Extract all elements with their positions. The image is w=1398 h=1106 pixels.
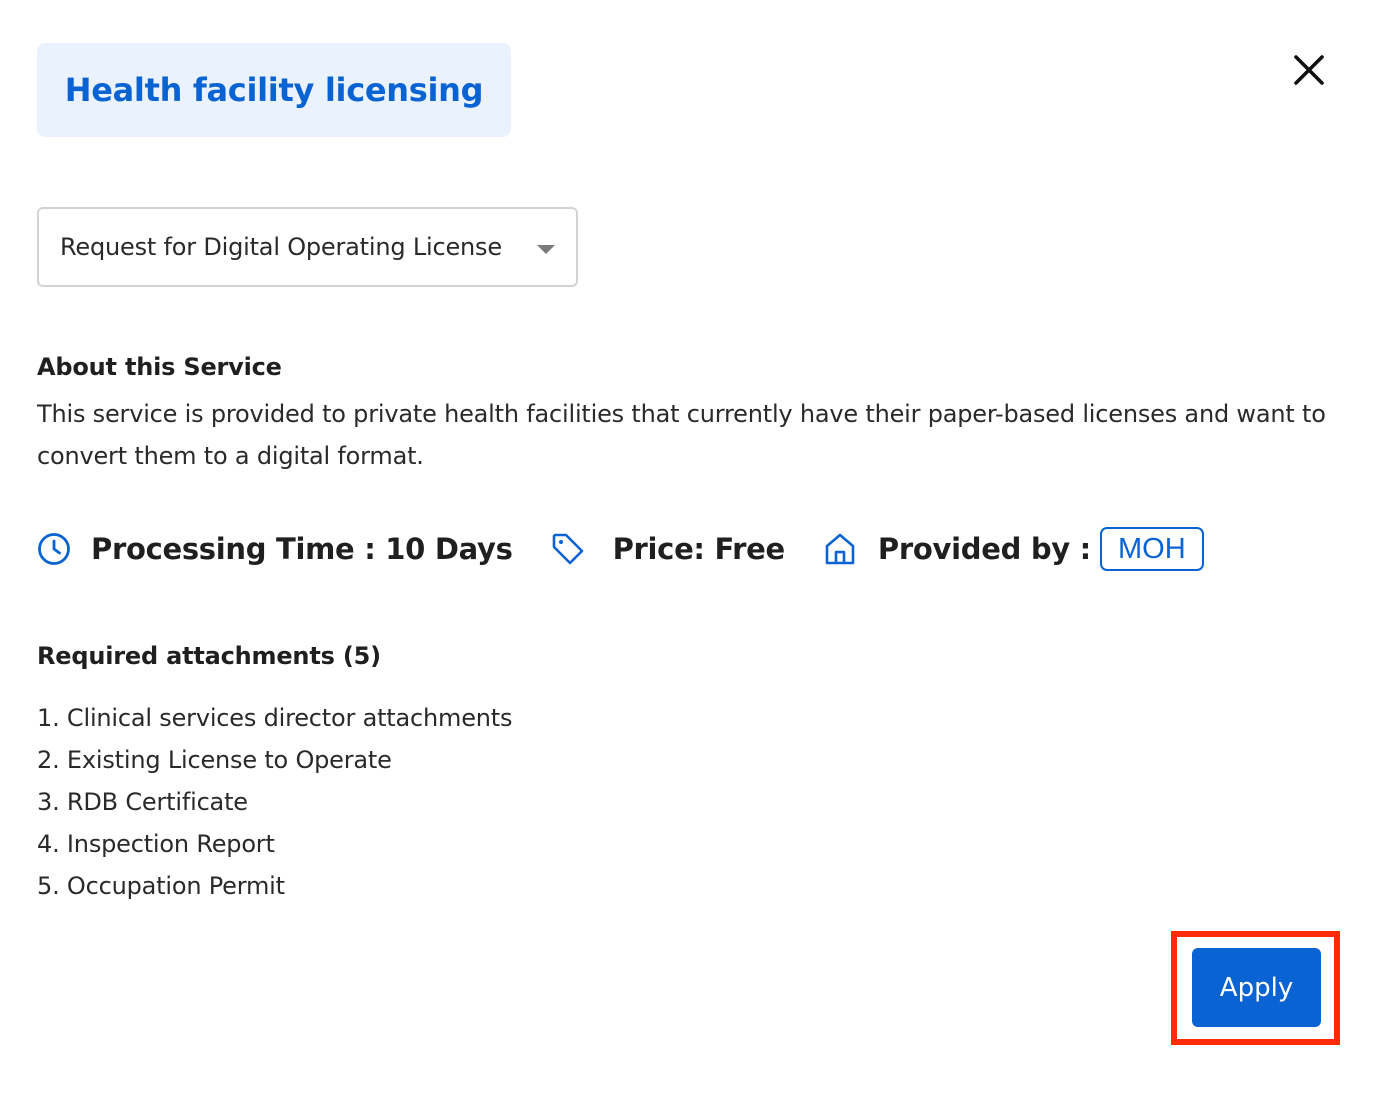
close-button[interactable] — [1286, 47, 1332, 93]
apply-button[interactable]: Apply — [1192, 948, 1321, 1027]
service-meta-row: Processing Time : 10 Days Price: Free Pr… — [37, 524, 1204, 574]
provider-badge: MOH — [1099, 527, 1204, 571]
provided-by-label: Provided by : — [877, 532, 1091, 566]
tag-icon — [551, 532, 585, 566]
chevron-down-icon — [537, 245, 555, 254]
page-title-chip: Health facility licensing — [37, 43, 511, 137]
list-item: 2. Existing License to Operate — [37, 746, 392, 774]
service-select-value: Request for Digital Operating License — [60, 233, 502, 261]
list-item: 1. Clinical services director attachment… — [37, 704, 513, 732]
about-description: This service is provided to private heal… — [37, 400, 1326, 470]
list-item: 3. RDB Certificate — [37, 788, 248, 816]
price: Price: Free — [551, 532, 785, 566]
provided-by: Provided by : MOH — [823, 527, 1204, 571]
processing-time: Processing Time : 10 Days — [37, 532, 513, 566]
page-title: Health facility licensing — [64, 71, 484, 109]
processing-time-text: Processing Time : 10 Days — [91, 532, 513, 566]
about-title: About this Service — [37, 353, 282, 381]
home-icon — [823, 532, 857, 566]
price-text: Price: Free — [612, 532, 786, 566]
list-item: 4. Inspection Report — [37, 830, 275, 858]
attachments-list: 1. Clinical services director attachment… — [37, 697, 513, 907]
clock-icon — [37, 532, 71, 566]
attachments-title: Required attachments (5) — [37, 642, 381, 670]
service-select[interactable]: Request for Digital Operating License — [37, 207, 578, 287]
list-item: 5. Occupation Permit — [37, 872, 285, 900]
close-icon — [1294, 55, 1324, 85]
